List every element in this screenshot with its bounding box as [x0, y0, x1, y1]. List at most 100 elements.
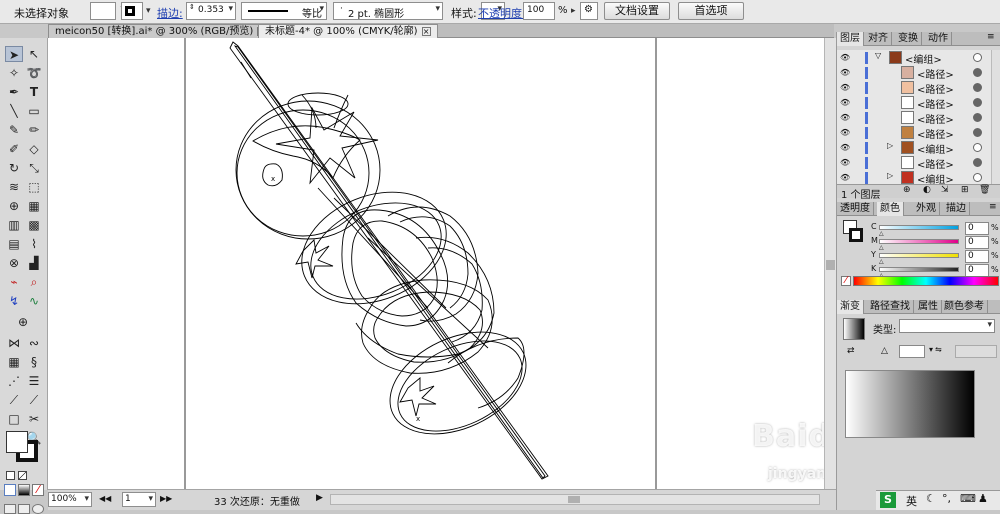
target-icon[interactable] — [973, 113, 982, 122]
target-icon[interactable] — [973, 128, 982, 137]
free-transform-tool-icon[interactable]: ⬚ — [25, 179, 43, 195]
channel-value[interactable]: 0 — [965, 250, 989, 263]
channel-value[interactable]: 0 — [965, 236, 989, 249]
stroke-weight-field[interactable]: ⇕ 0.353 ▾ — [186, 2, 236, 20]
fill-color-swatch[interactable] — [6, 431, 28, 453]
eye-icon[interactable]: 👁 — [840, 158, 850, 167]
pucker-tool-icon[interactable]: ⋰ — [5, 373, 23, 389]
perspective-grid-tool-icon[interactable]: ▥ — [5, 217, 23, 233]
scroll-thumb[interactable] — [568, 496, 580, 503]
wave-tool-icon[interactable]: ∾ — [25, 335, 43, 351]
slider-handle-icon[interactable]: △ — [879, 258, 884, 265]
chart-tool-icon[interactable]: ▦ — [5, 354, 23, 370]
prev-artboard-icon[interactable]: ◀◀ — [99, 494, 111, 503]
eye-icon[interactable]: 👁 — [840, 98, 850, 107]
tab-color[interactable]: 颜色 — [877, 202, 904, 216]
artboard-canvas[interactable]: x x — [48, 38, 824, 489]
ime-language[interactable]: 英 — [906, 493, 917, 509]
eye-icon[interactable]: 👁 — [840, 173, 850, 182]
brush-definition[interactable]: · 2 pt. 椭圆形 ▾ — [333, 2, 443, 20]
live-paint-tool-icon[interactable]: ▦ — [25, 198, 43, 214]
none-color-icon[interactable]: ⁄ — [841, 276, 851, 286]
tab-appearance[interactable]: 外观 — [913, 202, 940, 216]
slice-tool-icon[interactable]: ⌕ — [25, 274, 43, 290]
stroke-swatch[interactable] — [121, 2, 143, 20]
gradient-mode-icon[interactable] — [18, 484, 30, 496]
status-menu-icon[interactable]: ▶ — [316, 493, 323, 503]
locate-object-icon[interactable]: ⊕ — [903, 185, 911, 195]
opacity-field[interactable]: 100 — [523, 2, 555, 20]
stepper-icon[interactable]: ⇕ — [189, 3, 195, 11]
document-setup-button[interactable]: 文档设置 — [604, 2, 670, 20]
channel-slider[interactable] — [879, 253, 959, 258]
stroke-color-swatch[interactable] — [849, 228, 863, 242]
panel-menu-icon[interactable]: ≡ — [989, 202, 997, 212]
pen-tool-icon[interactable]: ✒ — [5, 84, 23, 100]
vertical-scrollbar[interactable] — [824, 38, 836, 489]
target-icon[interactable] — [973, 173, 982, 182]
artboard-tool-icon[interactable]: ⟋ — [25, 392, 43, 408]
eye-icon[interactable]: 👁 — [840, 83, 850, 92]
angle-field[interactable] — [899, 345, 925, 358]
channel-slider[interactable] — [879, 239, 959, 244]
chevron-down-icon[interactable]: ▾ — [319, 4, 324, 14]
scroll-thumb[interactable] — [826, 260, 835, 270]
user-icon[interactable]: ♟ — [978, 492, 988, 505]
screen-mode-icon[interactable] — [32, 504, 44, 514]
blob-brush-tool-icon[interactable]: ✐ — [5, 141, 23, 157]
lasso-tool-icon[interactable]: ➰ — [25, 65, 43, 81]
tab-layers[interactable]: 图层 — [837, 32, 864, 46]
layer-row[interactable]: 👁 <路径> — [837, 110, 1000, 126]
smooth-tool-icon[interactable]: ∿ — [25, 293, 43, 309]
eye-icon[interactable]: 👁 — [840, 128, 850, 137]
kebab-outline-artwork[interactable]: x x — [48, 38, 824, 489]
punctuation-icon[interactable]: °, — [942, 492, 951, 505]
keyboard-icon[interactable]: ⌨ — [960, 492, 976, 505]
target-icon[interactable] — [973, 158, 982, 167]
new-sublayer-icon[interactable]: ⇲ — [941, 185, 949, 195]
pencil-tool-icon[interactable]: ✏ — [25, 122, 43, 138]
symbol-sprayer-tool-icon[interactable]: ⌁ — [5, 274, 23, 290]
selection-tool-icon[interactable]: ➤ — [5, 46, 23, 62]
tab-pathfinder[interactable]: 路径查找 — [867, 300, 914, 314]
expand-icon[interactable]: ▷ — [887, 141, 893, 150]
draw-behind-icon[interactable] — [18, 504, 30, 514]
slider-handle-icon[interactable]: △ — [879, 230, 884, 237]
layer-row[interactable]: 👁 <路径> — [837, 65, 1000, 81]
color-mode-icon[interactable] — [4, 484, 16, 496]
panel-menu-icon[interactable]: ≡ — [987, 32, 995, 42]
eye-icon[interactable]: 👁 — [840, 53, 850, 62]
gradient-tool-icon[interactable]: ▤ — [5, 236, 23, 252]
tab-attributes[interactable]: 属性 — [915, 300, 942, 314]
next-artboard-icon[interactable]: ▶▶ — [160, 494, 172, 503]
tab-untitled-4[interactable]: 未标题-4* @ 100% (CMYK/轮廓) × — [258, 24, 438, 38]
bloat-tool-icon[interactable]: ☰ — [25, 373, 43, 389]
channel-slider[interactable] — [879, 225, 959, 230]
fill-swatch[interactable]: ▾ — [90, 2, 125, 20]
mesh-tool-icon[interactable]: ▩ — [25, 217, 43, 233]
target-icon[interactable] — [973, 83, 982, 92]
layer-row[interactable]: 👁 <路径> — [837, 125, 1000, 141]
scale-tool-icon[interactable]: ⤡ — [25, 160, 43, 176]
variable-width-profile[interactable]: 等比 ▾ — [241, 2, 327, 20]
none-mode-icon[interactable]: ⁄ — [32, 484, 44, 496]
direct-selection-tool-icon[interactable]: ↖ — [25, 46, 43, 62]
chevron-down-icon[interactable]: ▾ — [228, 4, 233, 14]
slice-select-tool-icon[interactable]: ✂ — [25, 411, 43, 427]
expand-icon[interactable]: ▽ — [875, 51, 881, 60]
recolor-icon[interactable]: ⚙ — [580, 2, 598, 20]
rectangle-tool-icon[interactable]: ▭ — [25, 103, 43, 119]
preferences-button[interactable]: 首选项 — [678, 2, 744, 20]
eye-icon[interactable]: 👁 — [840, 143, 850, 152]
shape-builder-tool-icon[interactable]: ⊕ — [5, 198, 23, 214]
twirl-tool-icon[interactable]: § — [25, 354, 43, 370]
layer-row[interactable]: 👁 <路径> — [837, 80, 1000, 96]
stroke-link[interactable]: 描边: — [157, 5, 183, 21]
eye-icon[interactable]: 👁 — [840, 68, 850, 77]
eyedropper-tool-icon[interactable]: ⌇ — [25, 236, 43, 252]
hand-draw-tool-icon[interactable]: ↯ — [5, 293, 23, 309]
angle-dropdown-icon[interactable]: ▾ — [929, 345, 933, 354]
aspect-field[interactable] — [955, 345, 997, 358]
envelope-tool-icon[interactable]: ⋈ — [5, 335, 23, 351]
swap-colors-icon[interactable] — [18, 471, 27, 480]
